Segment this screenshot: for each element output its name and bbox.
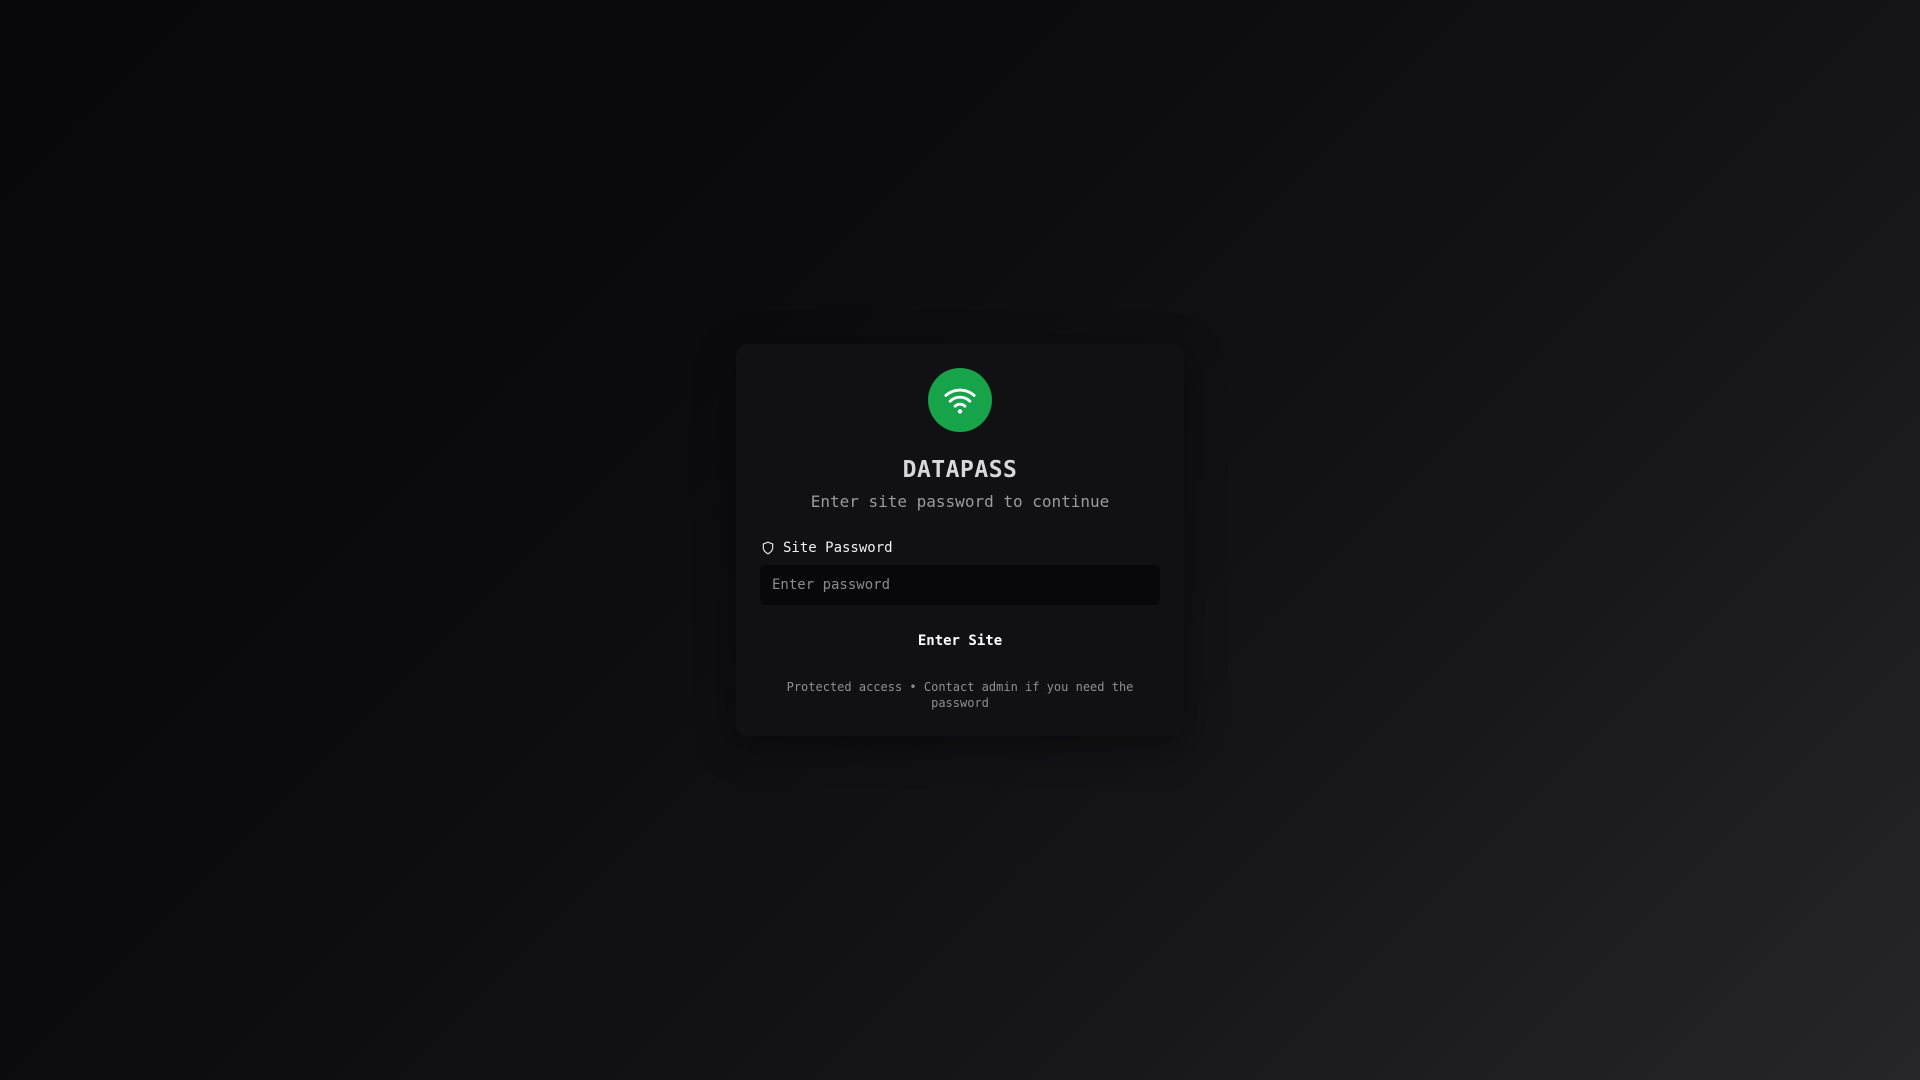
shield-icon xyxy=(760,540,776,556)
access-note: Protected access • Contact admin if you … xyxy=(786,680,1134,710)
logo-badge xyxy=(928,368,992,432)
enter-site-button[interactable]: Enter Site xyxy=(760,621,1160,661)
app-title: DATAPASS xyxy=(902,457,1018,483)
wifi-icon xyxy=(943,383,977,417)
password-input[interactable] xyxy=(760,565,1160,605)
password-label-row: Site Password xyxy=(760,539,1160,557)
app-subtitle: Enter site password to continue xyxy=(810,492,1110,511)
password-label: Site Password xyxy=(783,540,893,556)
login-card: DATAPASS Enter site password to continue… xyxy=(736,344,1184,736)
